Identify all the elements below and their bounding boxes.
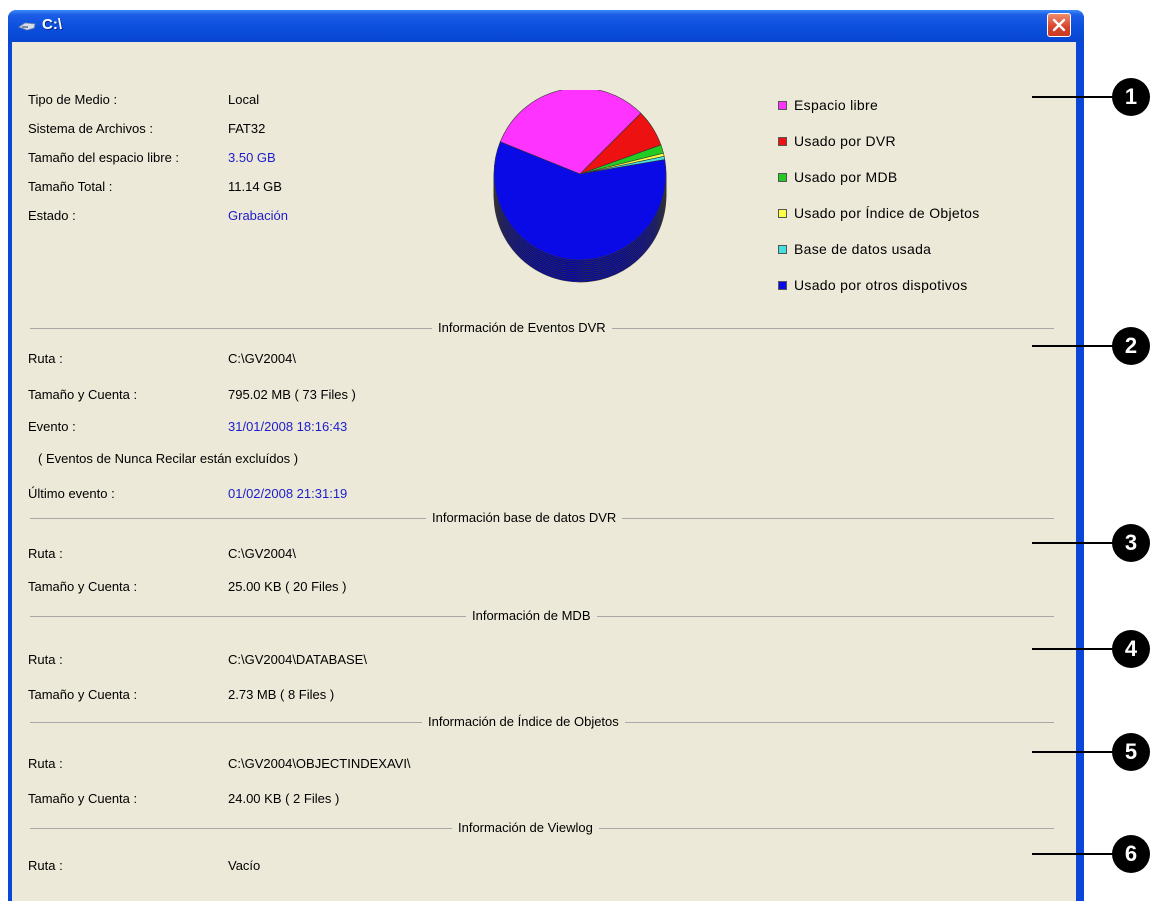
- legend-label: Usado por otros dispotivos: [794, 277, 968, 293]
- legend-swatch: [778, 101, 787, 110]
- status-label: Estado :: [28, 208, 76, 223]
- event-label: Evento :: [28, 419, 76, 434]
- events-path-label: Ruta :: [28, 351, 63, 366]
- free-space-label: Tamaño del espacio libre :: [28, 150, 180, 165]
- filesystem-value: FAT32: [228, 121, 266, 136]
- total-size-label: Tamaño Total :: [28, 179, 113, 194]
- events-section-title: Información de Eventos DVR: [432, 320, 612, 335]
- callout-line: [1032, 648, 1118, 650]
- mdb-size-value: 2.73 MB ( 8 Files ): [228, 687, 335, 702]
- drive-icon: [18, 22, 36, 31]
- callout-badge: 2: [1112, 327, 1150, 365]
- viewlog-path-label: Ruta :: [28, 858, 63, 873]
- properties-window: C:\ Tipo de Medio : Local Sistema de Arc…: [8, 10, 1084, 901]
- mdb-size-label: Tamaño y Cuenta :: [28, 687, 138, 702]
- callout-badge: 4: [1112, 630, 1150, 668]
- disk-usage-pie-chart: [493, 90, 667, 283]
- legend-swatch: [778, 209, 787, 218]
- events-size-value: 795.02 MB ( 73 Files ): [228, 387, 356, 402]
- media-type-value: Local: [228, 92, 260, 107]
- legend-swatch: [778, 245, 787, 254]
- db-path-value: C:\GV2004\: [228, 546, 296, 561]
- object-index-path-label: Ruta :: [28, 756, 63, 771]
- event-value: 31/01/2008 18:16:43: [228, 419, 348, 434]
- window-title: C:\: [42, 16, 62, 33]
- legend-label: Base de datos usada: [794, 241, 932, 257]
- content-panel: Tipo de Medio : Local Sistema de Archivo…: [12, 42, 1076, 901]
- total-size-value: 11.14 GB: [228, 179, 282, 194]
- events-note: ( Eventos de Nunca Recilar están excluíd…: [38, 451, 299, 466]
- legend-label: Espacio libre: [794, 97, 879, 113]
- db-section-title: Información base de datos DVR: [426, 510, 623, 525]
- mdb-section-title: Información de MDB: [466, 608, 597, 623]
- events-size-label: Tamaño y Cuenta :: [28, 387, 138, 402]
- db-path-label: Ruta :: [28, 546, 63, 561]
- callout-badge: 3: [1112, 524, 1150, 562]
- object-index-section-title: Información de Índice de Objetos: [422, 714, 625, 729]
- media-type-label: Tipo de Medio :: [28, 92, 118, 107]
- callout-line: [1032, 853, 1118, 855]
- db-size-label: Tamaño y Cuenta :: [28, 579, 138, 594]
- last-event-value: 01/02/2008 21:31:19: [228, 486, 348, 501]
- title-bar[interactable]: C:\: [8, 10, 1084, 42]
- legend-swatch: [778, 281, 787, 290]
- db-size-value: 25.00 KB ( 20 Files ): [228, 579, 347, 594]
- callout-badge: 1: [1112, 78, 1150, 116]
- last-event-label: Último evento :: [28, 486, 115, 501]
- object-index-size-label: Tamaño y Cuenta :: [28, 791, 138, 806]
- free-space-value: 3.50 GB: [228, 150, 276, 165]
- callout-line: [1032, 542, 1118, 544]
- legend-swatch: [778, 137, 787, 146]
- object-index-path-value: C:\GV2004\OBJECTINDEXAVI\: [228, 756, 411, 771]
- callout-line: [1032, 345, 1118, 347]
- object-index-size-value: 24.00 KB ( 2 Files ): [228, 791, 340, 806]
- filesystem-label: Sistema de Archivos :: [28, 121, 153, 136]
- viewlog-section-title: Información de Viewlog: [452, 820, 599, 835]
- close-button[interactable]: [1047, 13, 1071, 37]
- legend-label: Usado por Índice de Objetos: [794, 205, 980, 221]
- callout-line: [1032, 96, 1118, 98]
- status-value: Grabación: [228, 208, 288, 223]
- callout-badge: 5: [1112, 733, 1150, 771]
- legend-label: Usado por MDB: [794, 169, 898, 185]
- legend-swatch: [778, 173, 787, 182]
- events-path-value: C:\GV2004\: [228, 351, 296, 366]
- legend-label: Usado por DVR: [794, 133, 896, 149]
- callout-line: [1032, 751, 1118, 753]
- close-icon: [1052, 18, 1066, 32]
- mdb-path-value: C:\GV2004\DATABASE\: [228, 652, 367, 667]
- mdb-path-label: Ruta :: [28, 652, 63, 667]
- callout-badge: 6: [1112, 835, 1150, 873]
- viewlog-path-value: Vacío: [228, 858, 261, 873]
